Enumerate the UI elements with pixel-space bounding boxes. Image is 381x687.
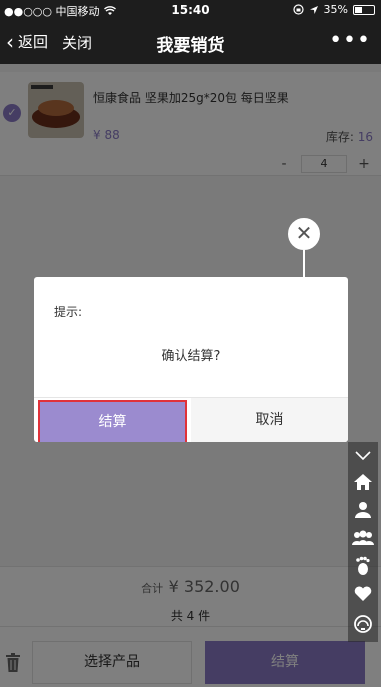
- dialog-message: 确认结算?: [161, 349, 221, 364]
- home-icon[interactable]: [348, 468, 378, 496]
- dialog-title: 提示:: [54, 305, 83, 319]
- heart-icon[interactable]: [348, 580, 378, 608]
- battery-icon: [353, 4, 375, 15]
- group-icon[interactable]: [348, 524, 378, 552]
- close-connector: [303, 250, 305, 277]
- location-icon: [309, 5, 318, 14]
- navigation-bar: ‹ 返回 关闭 我要销货 •••: [0, 20, 381, 64]
- more-button[interactable]: •••: [329, 28, 371, 53]
- side-toolbar: [348, 442, 378, 642]
- battery-percent: 35%: [323, 3, 348, 16]
- dialog-buttons: 结算 取消: [34, 397, 348, 442]
- close-icon: ✕: [295, 221, 313, 245]
- page-title: 我要销货: [156, 36, 225, 56]
- support-icon[interactable]: [348, 610, 378, 638]
- cancel-button[interactable]: 取消: [191, 398, 348, 442]
- orientation-lock-icon: [292, 4, 304, 15]
- footprint-icon[interactable]: [348, 552, 378, 580]
- user-icon[interactable]: [348, 496, 378, 524]
- chevron-down-icon[interactable]: [348, 442, 378, 470]
- confirm-checkout-button[interactable]: 结算: [38, 400, 187, 442]
- status-icons: 35%: [292, 3, 375, 16]
- status-bar: ●●○○○ 中国移动 15:40 35%: [0, 0, 381, 20]
- confirm-dialog: 提示: 确认结算? 结算 取消: [34, 277, 348, 442]
- close-dialog-button[interactable]: ✕: [288, 218, 320, 250]
